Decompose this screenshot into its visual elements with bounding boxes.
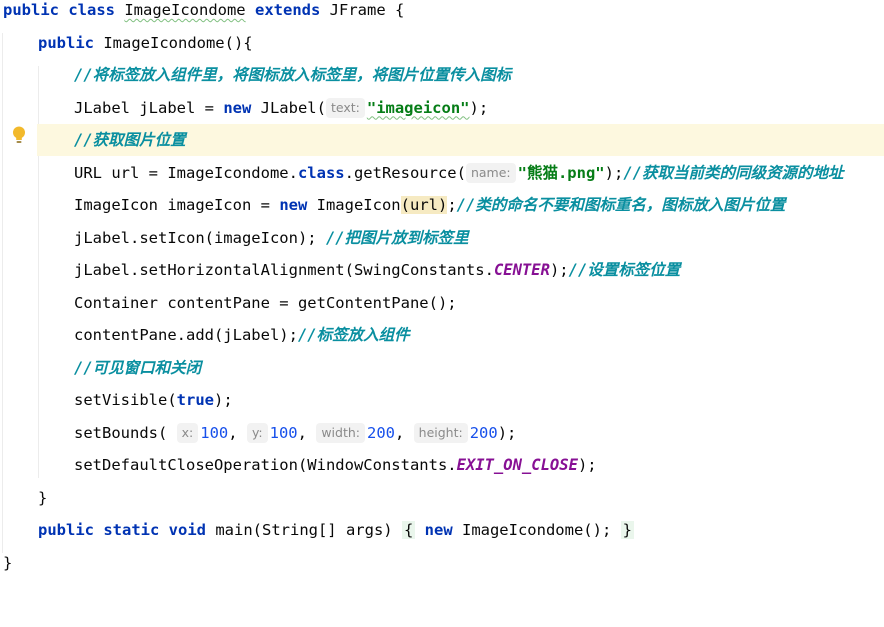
code-line[interactable]: Container contentPane = getContentPane()… <box>0 287 884 319</box>
code-token: jLabel.setIcon(imageIcon); <box>74 228 326 247</box>
code-line[interactable]: //可见窗口和关闭 <box>0 352 884 384</box>
code-token: JFrame { <box>329 1 405 19</box>
code-token: JLabel jLabel = <box>74 98 224 117</box>
parameter-hint: name: <box>465 162 516 183</box>
string-literal: "熊猫.png" <box>517 163 605 182</box>
parameter-hint: text: <box>325 97 365 118</box>
parameter-hint: y: <box>246 422 268 443</box>
code-line-current[interactable]: //获取图片位置 <box>37 124 884 156</box>
code-line[interactable]: ImageIcon imageIcon = new ImageIcon(url)… <box>0 189 884 221</box>
keyword: public <box>38 521 104 539</box>
code-token: ); <box>549 261 569 279</box>
code-token: ); <box>577 456 597 474</box>
folded-brace: { <box>401 521 416 539</box>
keyword: static <box>103 521 169 539</box>
code-token: ( <box>400 196 410 214</box>
code-line[interactable]: jLabel.setHorizontalAlignment(SwingConst… <box>0 254 884 286</box>
code-token: contentPane.add(jLabel); <box>74 326 298 344</box>
code-line[interactable]: public class ImageIcondome extends JFram… <box>0 0 884 26</box>
code-line[interactable]: } <box>0 547 884 579</box>
code-comment: //标签放入组件 <box>297 326 410 344</box>
code-token: ; <box>447 196 457 214</box>
code-line[interactable]: public static void main(String[] args) {… <box>0 514 884 546</box>
code-token: Container contentPane = getContentPane()… <box>74 293 457 312</box>
number-literal: 100 <box>269 423 298 442</box>
number-literal: 200 <box>366 423 395 442</box>
parameter-hint: x: <box>176 422 199 443</box>
code-line[interactable]: //将标签放入组件里，将图标放入标签里，将图片位置传入图标 <box>0 59 884 91</box>
code-token: , <box>394 423 414 442</box>
code-token: ); <box>497 423 517 442</box>
code-token: } <box>38 488 48 507</box>
code-token: setDefaultCloseOperation(WindowConstants… <box>74 456 457 474</box>
code-comment: //获取当前类的同级资源的地址 <box>623 163 844 182</box>
string-literal: "imageicon" <box>366 98 470 117</box>
code-token: } <box>3 553 13 572</box>
code-line[interactable]: jLabel.setIcon(imageIcon); //把图片放到标签里 <box>0 222 884 254</box>
code-token: ImageIcon <box>316 196 401 214</box>
code-token: ); <box>213 391 233 409</box>
code-line[interactable]: setDefaultCloseOperation(WindowConstants… <box>0 449 884 481</box>
code-line[interactable]: setVisible(true); <box>0 384 884 416</box>
keyword: class <box>297 163 345 182</box>
folded-brace: } <box>620 521 634 539</box>
keyword: true <box>176 391 214 409</box>
code-line[interactable]: contentPane.add(jLabel);//标签放入组件 <box>0 319 884 351</box>
keyword: new <box>424 521 462 539</box>
code-token: ImageIcondome(); <box>461 521 621 539</box>
code-token: ); <box>604 163 624 182</box>
keyword: new <box>279 196 317 214</box>
parameter-hint: width: <box>316 422 365 443</box>
keyword: public <box>3 1 69 19</box>
code-comment: //设置标签位置 <box>568 261 681 279</box>
keyword: class <box>68 1 125 19</box>
code-line[interactable]: JLabel jLabel = new JLabel(text: "imageic… <box>0 92 884 124</box>
keyword: extends <box>255 1 330 19</box>
code-line[interactable]: } <box>0 482 884 514</box>
code-comment: //将标签放入组件里，将图标放入标签里，将图片位置传入图标 <box>74 66 512 84</box>
lightbulb-icon[interactable] <box>12 126 26 144</box>
code-comment: //获取图片位置 <box>74 131 186 149</box>
code-comment: //可见窗口和关闭 <box>74 358 202 377</box>
code-token: ImageIcondome(){ <box>103 33 253 52</box>
code-token: ImageIcondome <box>124 1 246 19</box>
keyword: public <box>38 33 104 52</box>
code-token: url <box>409 196 438 214</box>
parameter-hint: height: <box>413 422 468 443</box>
constant: CENTER <box>493 261 550 279</box>
code-token: .getResource( <box>344 163 466 182</box>
code-token: setBounds( <box>74 423 177 442</box>
code-line[interactable]: setBounds( x: 100, y: 100, width: 200, heig… <box>0 417 884 449</box>
code-token: ); <box>469 98 489 117</box>
code-editor[interactable]: public class ImageIcondome extends JFram… <box>0 0 884 627</box>
code-token: , <box>228 423 247 442</box>
code-token: jLabel.setHorizontalAlignment(SwingConst… <box>74 261 494 279</box>
keyword: new <box>223 98 261 117</box>
number-literal: 100 <box>200 423 229 442</box>
number-literal: 200 <box>469 423 498 442</box>
constant: EXIT_ON_CLOSE <box>456 456 578 474</box>
keyword: void <box>168 521 216 539</box>
code-token: ImageIcon imageIcon = <box>74 196 280 214</box>
code-line[interactable]: URL url = ImageIcondome.class.getResourc… <box>0 157 884 189</box>
code-line[interactable]: public ImageIcondome(){ <box>0 27 884 59</box>
code-comment: //把图片放到标签里 <box>325 228 469 247</box>
code-token: URL url = ImageIcondome. <box>74 163 298 182</box>
code-token: ) <box>437 196 448 214</box>
code-token: main(String[] args) <box>215 521 402 539</box>
code-token: setVisible( <box>74 391 177 409</box>
code-comment: //类的命名不要和图标重名，图标放入图片位置 <box>456 196 786 214</box>
code-token: JLabel( <box>260 98 326 117</box>
code-token: , <box>297 423 317 442</box>
